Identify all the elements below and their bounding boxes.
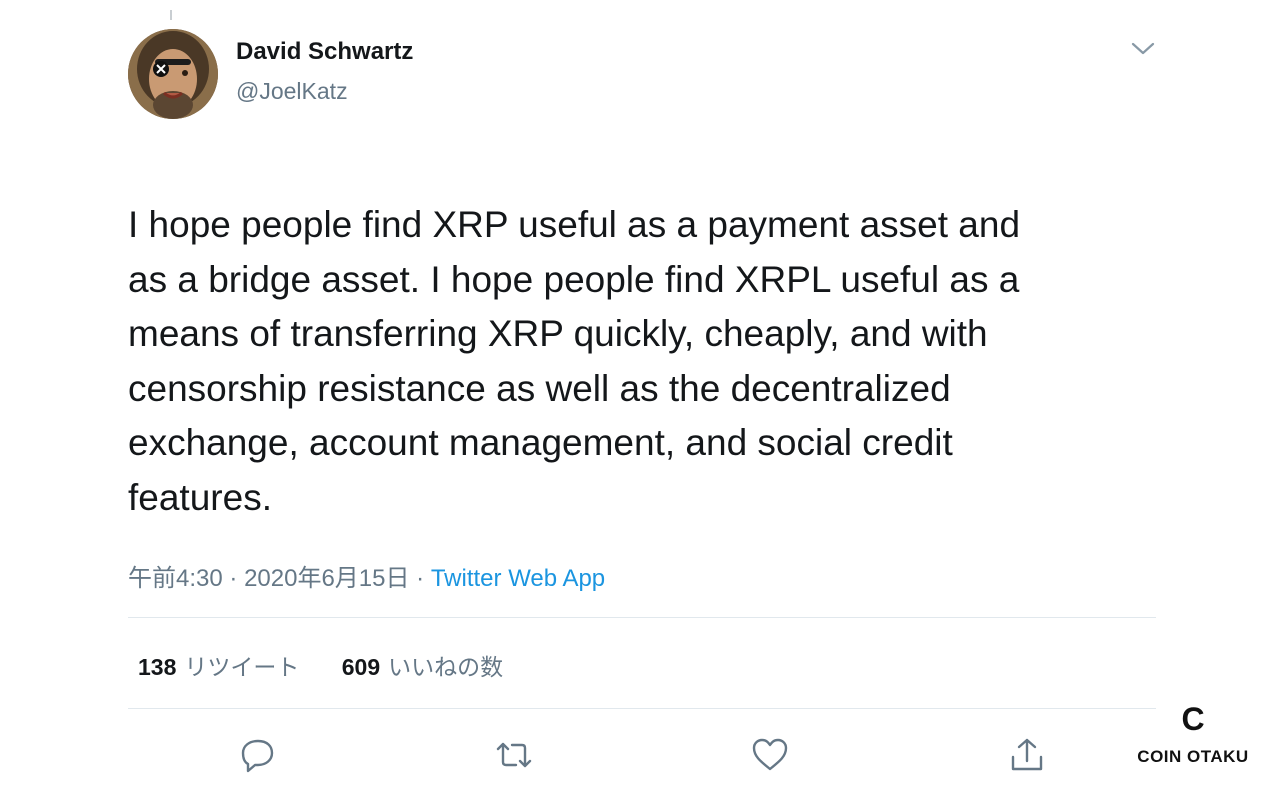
tweet-text: I hope people find XRP useful as a payme… xyxy=(128,204,1021,518)
meta-separator: · xyxy=(416,565,425,592)
tweet-date[interactable]: 2020年6月15日 xyxy=(244,565,409,592)
tweet-page: David Schwartz @JoelKatz I hope people f… xyxy=(0,0,1280,803)
share-icon xyxy=(1011,738,1043,771)
meta-separator: · xyxy=(229,565,238,592)
divider xyxy=(128,617,1156,618)
tweet-time[interactable]: 午前4:30 xyxy=(128,565,223,592)
tweet-source-link[interactable]: Twitter Web App xyxy=(431,565,605,592)
coin-otaku-logo-icon: C xyxy=(1168,694,1218,744)
retweet-icon xyxy=(496,742,532,768)
avatar[interactable] xyxy=(128,29,218,119)
user-handle[interactable]: @JoelKatz xyxy=(236,78,348,105)
engagement-stats: 138 リツイート 609 いいねの数 xyxy=(138,648,539,682)
retweets-label: リツイート xyxy=(184,654,300,680)
likes-count: 609 xyxy=(341,654,381,680)
heart-icon xyxy=(752,738,788,771)
profile-photo xyxy=(128,29,218,119)
likes-stat[interactable]: 609 いいねの数 xyxy=(342,648,503,682)
reply-icon xyxy=(241,739,274,773)
more-options-button[interactable] xyxy=(1128,38,1158,60)
retweet-button[interactable] xyxy=(494,735,534,775)
brand-name: COIN OTAKU xyxy=(1137,747,1249,766)
tweet-meta: 午前4:30 · 2020年6月15日 · Twitter Web App xyxy=(128,558,605,593)
share-button[interactable] xyxy=(1007,735,1047,775)
reply-button[interactable] xyxy=(238,735,278,775)
likes-label: いいねの数 xyxy=(388,654,504,680)
display-name[interactable]: David Schwartz xyxy=(236,38,413,66)
chevron-down-icon xyxy=(1131,42,1155,55)
like-button[interactable] xyxy=(750,735,790,775)
divider xyxy=(128,708,1156,709)
retweets-count: 138 xyxy=(138,654,177,680)
logo-letter: C xyxy=(1181,701,1204,737)
retweets-stat[interactable]: 138 リツイート xyxy=(138,648,299,682)
top-divider-mark xyxy=(170,10,172,20)
coin-otaku-watermark: C COIN OTAKU xyxy=(1124,694,1260,784)
